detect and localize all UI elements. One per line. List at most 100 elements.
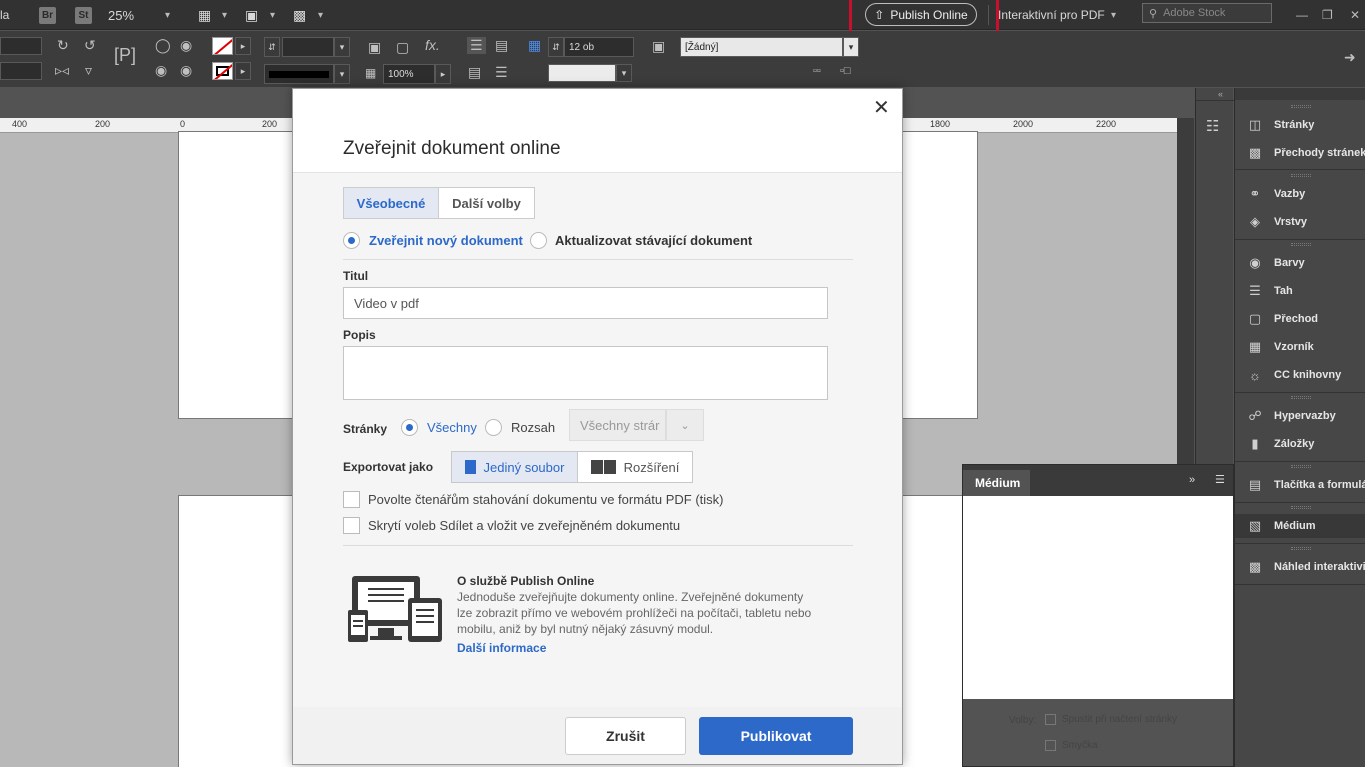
opacity-field[interactable]: 100% bbox=[383, 64, 435, 84]
bridge-button[interactable]: Br bbox=[39, 0, 56, 30]
zoom-level[interactable]: 25% bbox=[108, 0, 134, 30]
hide-share-label[interactable]: Skrytí voleb Sdílet a vložit ve zveřejně… bbox=[368, 518, 680, 533]
close-window-icon[interactable]: ✕ bbox=[1350, 0, 1360, 30]
stroke-weight-field[interactable] bbox=[282, 37, 334, 57]
update-existing-label[interactable]: Aktualizovat stávající dokument bbox=[555, 233, 752, 248]
allow-download-label[interactable]: Povolte čtenářům stahování dokumentu ve … bbox=[368, 492, 724, 507]
description-input[interactable] bbox=[343, 346, 828, 400]
corner-options-icon[interactable]: ▣ bbox=[368, 39, 381, 56]
stroke-weight-chevron-icon[interactable]: ▾ bbox=[334, 37, 350, 57]
publish-button[interactable]: Publikovat bbox=[699, 717, 853, 755]
stock-button[interactable]: St bbox=[75, 0, 92, 30]
panel-item-layers[interactable]: ◈ Vrstvy bbox=[1245, 210, 1307, 234]
fill-chevron-icon[interactable]: ▸ bbox=[235, 37, 251, 55]
view-options-icon[interactable]: ▦ bbox=[198, 0, 211, 30]
view-chevron-icon[interactable]: ▾ bbox=[222, 0, 227, 30]
loop-option[interactable]: Smyčka bbox=[1045, 740, 1098, 751]
autoplay-checkbox[interactable] bbox=[1045, 714, 1056, 725]
flip-horizontal-icon[interactable]: ▹◃ bbox=[55, 62, 69, 79]
autoplay-option[interactable]: Spustit při načtení stránky bbox=[1045, 714, 1177, 725]
panel-item-cc-libraries[interactable]: ☼ CC knihovny bbox=[1245, 363, 1341, 387]
stroke-type-chevron-icon[interactable]: ▾ bbox=[334, 64, 350, 84]
panel-item-media[interactable]: ▧ Médium bbox=[1245, 514, 1316, 538]
rotate-ccw-icon[interactable]: ↺ bbox=[84, 37, 96, 54]
panel-item-swatches[interactable]: ◉ Barvy bbox=[1245, 251, 1304, 275]
panel-item-stroke[interactable]: ☰ Tah bbox=[1245, 279, 1293, 303]
publish-new-label[interactable]: Zveřejnit nový dokument bbox=[369, 233, 523, 248]
pages-all-radio[interactable] bbox=[401, 419, 418, 436]
allow-download-checkbox[interactable] bbox=[343, 491, 360, 508]
text-frame-options-icon[interactable]: ▢ bbox=[396, 39, 409, 56]
select-container-icon[interactable]: ◯ bbox=[155, 37, 171, 54]
text-wrap-field[interactable] bbox=[548, 64, 616, 82]
align-top-icon[interactable]: ☰ bbox=[467, 37, 486, 54]
cancel-button[interactable]: Zrušit bbox=[565, 717, 686, 755]
panel-item-gradient[interactable]: ▢ Přechod bbox=[1245, 307, 1318, 331]
tab-general[interactable]: Všeobecné bbox=[343, 187, 439, 219]
app-menu-fragment[interactable]: la bbox=[0, 0, 9, 30]
panel-item-sample[interactable]: ▦ Vzorník bbox=[1245, 335, 1314, 359]
reference-point-icon[interactable]: [P] bbox=[114, 45, 136, 66]
pages-all-label[interactable]: Všechny bbox=[427, 420, 477, 435]
workspace-chevron-icon[interactable]: ▾ bbox=[1111, 0, 1116, 30]
libraries-icon[interactable]: ☷ bbox=[1206, 117, 1219, 135]
flip-vertical-icon[interactable]: ▿ bbox=[85, 62, 92, 79]
adobe-stock-search-input[interactable]: ⚲ Adobe Stock bbox=[1142, 3, 1272, 23]
update-existing-radio[interactable] bbox=[530, 232, 547, 249]
workspace-switcher[interactable]: Interaktivní pro PDF bbox=[998, 0, 1105, 30]
clear-overrides-icon[interactable]: ▫▫ bbox=[813, 65, 821, 77]
hide-share-checkbox[interactable] bbox=[343, 517, 360, 534]
align-bottom-icon[interactable]: ▤ bbox=[468, 64, 481, 81]
expand-panel-icon[interactable]: » bbox=[1189, 474, 1195, 486]
chevron-down-icon[interactable]: ⌄ bbox=[666, 409, 704, 441]
stroke-type-field[interactable] bbox=[264, 64, 334, 84]
y-position-field[interactable] bbox=[0, 62, 42, 80]
restore-icon[interactable]: ❐ bbox=[1322, 0, 1333, 30]
panel-item-links[interactable]: ⚭ Vazby bbox=[1245, 182, 1306, 206]
text-wrap-chevron-icon[interactable]: ▾ bbox=[616, 64, 632, 82]
publish-new-radio[interactable] bbox=[343, 232, 360, 249]
fill-swatch[interactable] bbox=[212, 37, 233, 55]
stroke-chevron-icon[interactable]: ▸ bbox=[235, 62, 251, 80]
pages-range-radio[interactable] bbox=[485, 419, 502, 436]
panel-item-page-transitions[interactable]: ▩ Přechody stránek bbox=[1245, 141, 1365, 165]
rotate-icon[interactable]: ↻ bbox=[57, 37, 69, 54]
select-content-icon[interactable]: ◉ bbox=[180, 37, 192, 54]
new-style-icon[interactable]: ▫□ bbox=[840, 65, 851, 77]
opacity-chevron-icon[interactable]: ▸ bbox=[435, 64, 451, 84]
panel-menu-icon[interactable]: ☰ bbox=[1215, 473, 1225, 486]
pages-range-select[interactable]: Všechny strár bbox=[569, 409, 666, 441]
stroke-weight-stepper[interactable]: ⇵ bbox=[264, 37, 280, 57]
minimize-icon[interactable]: — bbox=[1296, 0, 1308, 30]
screen-mode-chevron-icon[interactable]: ▾ bbox=[270, 0, 275, 30]
panel-item-bookmarks[interactable]: ▮ Záložky bbox=[1245, 432, 1314, 456]
stroke-swatch[interactable] bbox=[212, 62, 233, 80]
title-input[interactable]: Video v pdf bbox=[343, 287, 828, 319]
select-next-icon[interactable]: ◉ bbox=[180, 62, 192, 79]
panel-item-pages[interactable]: ◫ Stránky bbox=[1245, 113, 1315, 137]
screen-mode-icon[interactable]: ▣ bbox=[245, 0, 258, 30]
export-single-file-button[interactable]: Jediný soubor bbox=[451, 451, 578, 483]
select-prev-icon[interactable]: ◉ bbox=[155, 62, 167, 79]
export-spreads-button[interactable]: Rozšíření bbox=[577, 451, 693, 483]
pages-range-label[interactable]: Rozsah bbox=[511, 420, 555, 435]
justify-vertical-icon[interactable]: ☰ bbox=[495, 64, 508, 81]
x-position-field[interactable] bbox=[0, 37, 42, 55]
object-style-select[interactable]: [Žádný] bbox=[680, 37, 843, 57]
tab-media[interactable]: Médium bbox=[963, 470, 1030, 496]
leading-stepper[interactable]: ⇵ bbox=[548, 37, 564, 57]
quick-apply-icon[interactable]: ➜ bbox=[1344, 49, 1356, 66]
close-icon[interactable]: ✕ bbox=[873, 95, 890, 120]
object-style-chevron-icon[interactable]: ▾ bbox=[843, 37, 859, 57]
arrange-chevron-icon[interactable]: ▾ bbox=[318, 0, 323, 30]
tab-more-options[interactable]: Další volby bbox=[438, 187, 535, 219]
arrange-documents-icon[interactable]: ▩ bbox=[293, 0, 306, 30]
panel-item-buttons-forms[interactable]: ▤Tlačítka a formuláře bbox=[1245, 473, 1365, 497]
effects-icon[interactable]: fx. bbox=[425, 37, 440, 53]
leading-field[interactable]: 12 ob bbox=[564, 37, 634, 57]
align-center-icon[interactable]: ▤ bbox=[495, 37, 508, 54]
collapse-dock-icon[interactable]: « bbox=[1218, 89, 1223, 99]
panel-item-interactivity-preview[interactable]: ▩Náhled interaktivity bbox=[1245, 555, 1365, 579]
panel-item-hyperlinks[interactable]: ☍ Hypervazby bbox=[1245, 404, 1335, 428]
loop-checkbox[interactable] bbox=[1045, 740, 1056, 751]
